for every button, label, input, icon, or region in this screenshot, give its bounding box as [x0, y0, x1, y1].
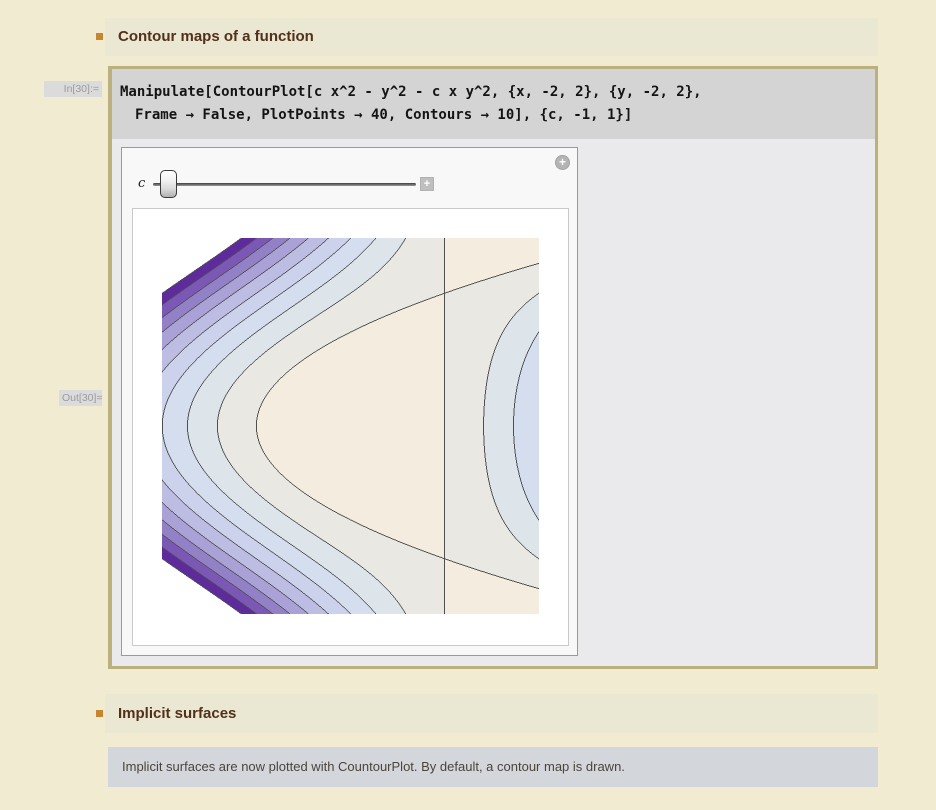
slider-thumb[interactable]: [160, 170, 177, 198]
plot-frame: [132, 208, 569, 646]
text-cell: Implicit surfaces are now plotted with C…: [108, 747, 878, 787]
slider-row: c +: [122, 168, 577, 200]
slider-expand-button[interactable]: +: [420, 177, 434, 191]
slider-track[interactable]: [153, 183, 416, 186]
out-label: Out[30]=: [59, 390, 102, 406]
section-bullet-icon: [96, 33, 103, 40]
code-line-2[interactable]: Frame → False, PlotPoints → 40, Contours…: [120, 104, 875, 127]
section-title: Contour maps of a function: [118, 18, 314, 56]
input-cell[interactable]: Manipulate[ContourPlot[c x^2 - y^2 - c x…: [112, 69, 875, 139]
note-text: Implicit surfaces are now plotted with C…: [122, 747, 625, 787]
contour-plot-canvas: [162, 238, 539, 614]
output-cell: + c +: [112, 139, 875, 666]
code-line-1[interactable]: Manipulate[ContourPlot[c x^2 - y^2 - c x…: [120, 81, 875, 104]
notebook-page: Contour maps of a function In[30]:= Mani…: [0, 0, 936, 810]
slider-variable-label: c: [138, 176, 145, 191]
plus-icon: +: [424, 178, 430, 190]
evaluation-group: Manipulate[ContourPlot[c x^2 - y^2 - c x…: [108, 66, 878, 669]
manipulate-panel: + c +: [121, 147, 578, 656]
plus-circle-icon: +: [559, 155, 566, 169]
in-label: In[30]:=: [44, 81, 102, 97]
section-title: Implicit surfaces: [118, 694, 236, 733]
section-bullet-icon: [96, 710, 103, 717]
section-header-contour-maps: Contour maps of a function: [105, 18, 878, 56]
section-header-implicit-surfaces: Implicit surfaces: [105, 694, 878, 733]
